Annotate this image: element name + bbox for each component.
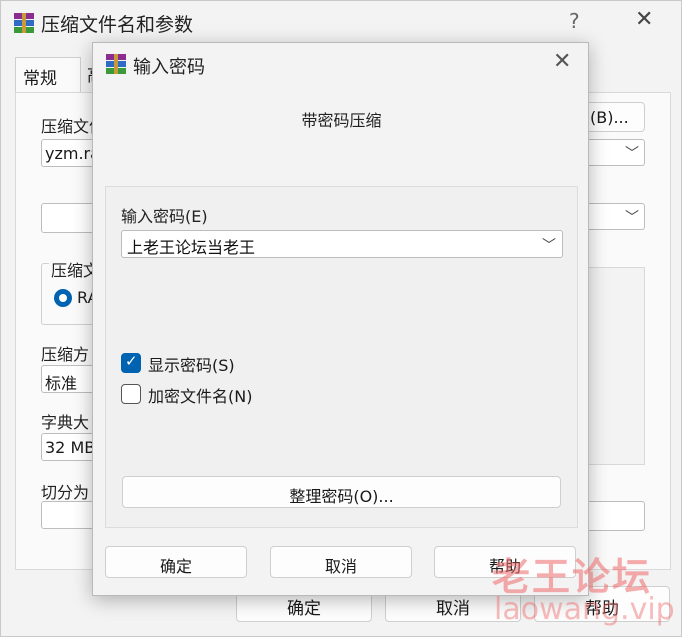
dictionary-size-label: 字典大	[41, 413, 90, 432]
rar-radio[interactable]	[54, 289, 72, 307]
help-icon[interactable]: ?	[569, 9, 580, 33]
archive-options-group	[583, 267, 645, 465]
encrypt-file-names-checkbox[interactable]	[121, 384, 141, 404]
chevron-down-icon: ﹀	[625, 146, 639, 162]
dialog-ok-button[interactable]: 确定	[105, 546, 247, 578]
compression-method-label: 压缩方	[41, 345, 90, 364]
browse-button[interactable]: (B)...	[581, 102, 645, 132]
organize-passwords-button[interactable]: 整理密码(O)...	[122, 476, 561, 508]
tab-general[interactable]: 常规	[15, 57, 81, 93]
close-icon[interactable]: ✕	[553, 49, 571, 74]
password-input[interactable]: 上老王论坛当老王 ﹀	[121, 230, 563, 258]
check-icon: ✓	[125, 352, 138, 370]
winrar-icon	[106, 54, 126, 74]
dialog-cancel-button[interactable]: 取消	[270, 546, 412, 578]
watermark-url: laowang.vip	[494, 592, 675, 627]
winrar-icon	[14, 13, 34, 33]
split-volumes-label: 切分为	[41, 483, 90, 502]
options-field[interactable]	[581, 501, 645, 531]
password-value: 上老王论坛当老王	[127, 238, 256, 257]
window-title: 压缩文件名和参数	[41, 14, 194, 36]
password-label: 输入密码(E)	[121, 207, 208, 226]
chevron-down-icon[interactable]: ﹀	[542, 235, 556, 255]
password-group: 输入密码(E) 上老王论坛当老王 ﹀ ✓ 显示密码(S) 加密文件名(N) 整理…	[105, 186, 578, 528]
show-password-checkbox[interactable]: ✓	[121, 352, 141, 373]
dialog-title: 输入密码	[133, 57, 205, 78]
password-dialog: 输入密码 ✕ 带密码压缩 输入密码(E) 上老王论坛当老王 ﹀ ✓ 显示密码(S…	[92, 42, 589, 596]
dialog-header: 带密码压缩	[301, 111, 382, 130]
close-icon[interactable]: ✕	[635, 7, 653, 32]
chevron-down-icon: ﹀	[625, 210, 639, 226]
show-password-label[interactable]: 显示密码(S)	[148, 352, 235, 376]
encrypt-file-names-label[interactable]: 加密文件名(N)	[148, 383, 252, 407]
